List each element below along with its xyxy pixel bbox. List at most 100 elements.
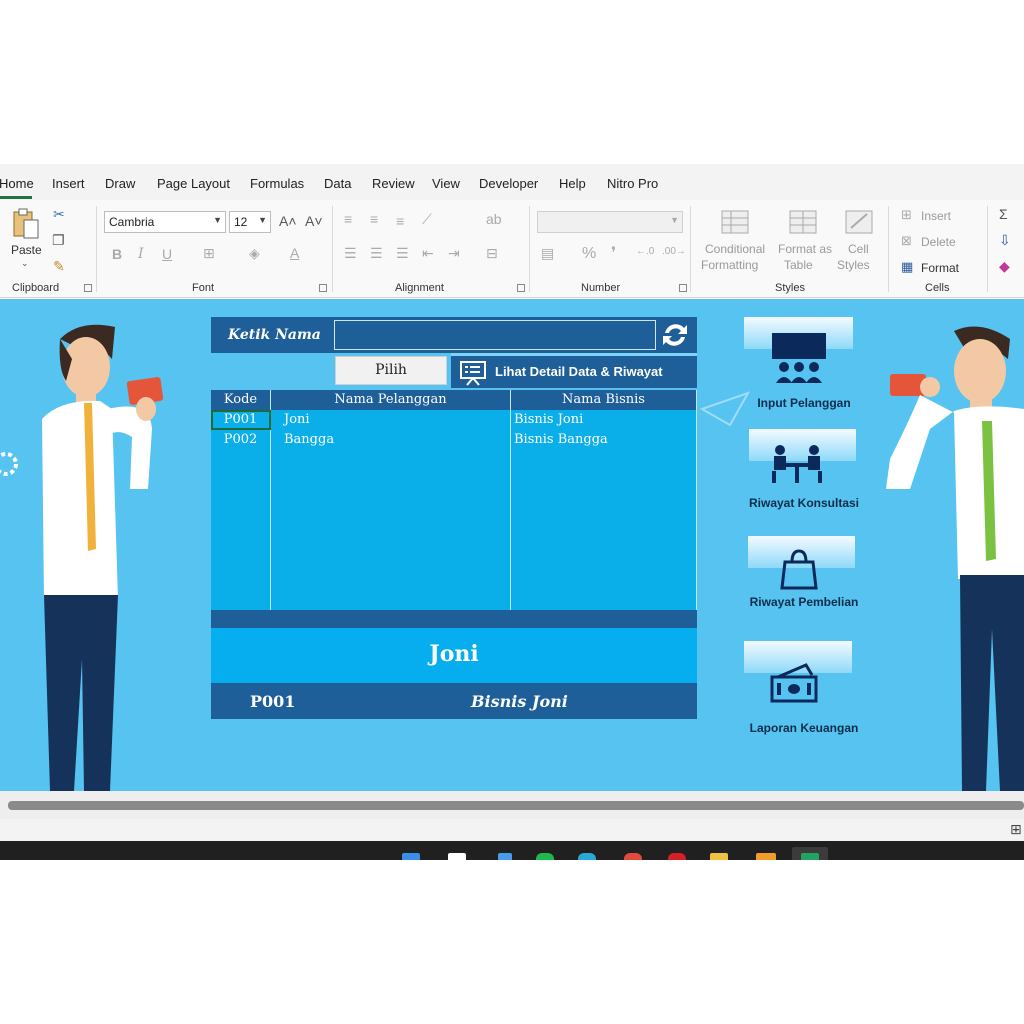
table-cell-kode[interactable]: [211, 530, 271, 550]
chrome-icon[interactable]: [624, 853, 642, 860]
pick-button[interactable]: Pilih: [335, 356, 447, 385]
tab-insert[interactable]: Insert: [52, 176, 85, 191]
menu-laporan-keuangan[interactable]: Laporan Keuangan: [734, 641, 874, 741]
table-row-empty[interactable]: [211, 510, 697, 530]
table-cell-nama[interactable]: [271, 510, 511, 530]
insert-cells-button[interactable]: Insert: [921, 209, 951, 223]
table-cell-nama[interactable]: [271, 590, 511, 610]
menu-riwayat-konsultasi[interactable]: Riwayat Konsultasi: [734, 429, 874, 514]
table-row[interactable]: P002 Bangga Bisnis Bangga: [211, 430, 697, 450]
view-detail-button[interactable]: Lihat Detail Data & Riwayat: [451, 353, 697, 388]
insert-cells-icon[interactable]: ⊞: [901, 207, 912, 223]
fill-color-icon[interactable]: ◈: [249, 245, 260, 262]
table-cell-nama[interactable]: [271, 570, 511, 590]
italic-button[interactable]: I: [138, 246, 144, 262]
table-cell-kode[interactable]: [211, 590, 271, 610]
align-top-icon[interactable]: ≡: [344, 211, 352, 227]
table-row-empty[interactable]: [211, 470, 697, 490]
delete-cells-icon[interactable]: ⊠: [901, 233, 912, 249]
table-cell-nama[interactable]: [271, 530, 511, 550]
increase-indent-icon[interactable]: ⇥: [448, 245, 460, 262]
table-cell-bisnis[interactable]: Bisnis Bangga: [511, 430, 697, 450]
browser-icon[interactable]: [578, 853, 596, 860]
tab-review[interactable]: Review: [372, 176, 415, 191]
menu-riwayat-pembelian[interactable]: Riwayat Pembelian: [734, 536, 874, 616]
tab-nitro-pro[interactable]: Nitro Pro: [607, 176, 658, 191]
taskview-icon[interactable]: [448, 853, 466, 860]
excel-taskbar-button[interactable]: [792, 847, 828, 860]
tab-home[interactable]: Home: [0, 176, 34, 191]
format-cells-button[interactable]: Format: [921, 261, 959, 275]
name-search-input[interactable]: [334, 320, 656, 350]
edge-browser-icon[interactable]: [498, 853, 512, 860]
table-cell-nama[interactable]: Bangga: [271, 430, 511, 450]
table-row-empty[interactable]: [211, 490, 697, 510]
fill-icon[interactable]: ⇩: [999, 232, 1011, 249]
increase-font-icon[interactable]: A˄: [279, 213, 297, 229]
tab-draw[interactable]: Draw: [105, 176, 135, 191]
table-cell-bisnis[interactable]: Bisnis Joni: [511, 410, 697, 430]
tab-help[interactable]: Help: [559, 176, 586, 191]
comma-style-icon[interactable]: ❜: [611, 243, 616, 263]
table-cell-kode[interactable]: [211, 510, 271, 530]
increase-decimal-icon[interactable]: ←.0: [636, 246, 654, 257]
whatsapp-icon[interactable]: [536, 853, 554, 860]
table-cell-bisnis[interactable]: [511, 470, 697, 490]
table-cell-nama[interactable]: [271, 550, 511, 570]
percent-button[interactable]: %: [582, 245, 596, 263]
table-cell-kode[interactable]: [211, 470, 271, 490]
bold-button[interactable]: B: [112, 246, 122, 262]
column-header-nama-bisnis[interactable]: Nama Bisnis: [511, 390, 697, 410]
refresh-icon[interactable]: [659, 319, 691, 351]
number-launcher-icon[interactable]: [679, 284, 687, 292]
table-row-empty[interactable]: [211, 530, 697, 550]
align-center-icon[interactable]: ☰: [370, 245, 383, 262]
font-launcher-icon[interactable]: [319, 284, 327, 292]
wrap-text-icon[interactable]: ab: [486, 211, 502, 227]
table-cell-bisnis[interactable]: [511, 510, 697, 530]
table-cell-kode[interactable]: P001: [211, 410, 271, 430]
tab-data[interactable]: Data: [324, 176, 351, 191]
table-cell-kode[interactable]: [211, 450, 271, 470]
format-cells-icon[interactable]: ▦: [901, 259, 913, 275]
tab-page-layout[interactable]: Page Layout: [157, 176, 230, 191]
align-left-icon[interactable]: ☰: [344, 245, 357, 262]
column-header-nama-pelanggan[interactable]: Nama Pelanggan: [271, 390, 511, 410]
cut-icon[interactable]: ✂: [53, 206, 65, 223]
decrease-indent-icon[interactable]: ⇤: [422, 245, 434, 262]
table-cell-kode[interactable]: [211, 490, 271, 510]
decrease-decimal-icon[interactable]: .00→: [662, 246, 686, 257]
accounting-format-icon[interactable]: ▤: [541, 245, 554, 262]
table-cell-kode[interactable]: P002: [211, 430, 271, 450]
tab-view[interactable]: View: [432, 176, 460, 191]
table-cell-bisnis[interactable]: [511, 570, 697, 590]
tab-formulas[interactable]: Formulas: [250, 176, 304, 191]
opera-icon[interactable]: [668, 853, 686, 860]
underline-button[interactable]: U: [162, 246, 172, 262]
align-right-icon[interactable]: ☰: [396, 245, 409, 262]
horizontal-scrollbar[interactable]: [8, 801, 1024, 810]
table-cell-nama[interactable]: Joni: [271, 410, 511, 430]
align-middle-icon[interactable]: ≡: [370, 211, 378, 227]
table-row-empty[interactable]: [211, 590, 697, 610]
table-row-empty[interactable]: [211, 450, 697, 470]
copy-icon[interactable]: ❐: [52, 232, 65, 249]
column-header-kode[interactable]: Kode: [211, 390, 271, 410]
align-bottom-icon[interactable]: ≡: [396, 213, 404, 229]
clipboard-launcher-icon[interactable]: [84, 284, 92, 292]
table-cell-nama[interactable]: [271, 490, 511, 510]
table-row-empty[interactable]: [211, 570, 697, 590]
tab-developer[interactable]: Developer: [479, 176, 538, 191]
orientation-icon[interactable]: ⟋: [422, 211, 432, 228]
table-cell-bisnis[interactable]: [511, 590, 697, 610]
table-cell-nama[interactable]: [271, 450, 511, 470]
format-painter-icon[interactable]: ✎: [53, 258, 65, 275]
table-cell-kode[interactable]: [211, 570, 271, 590]
delete-cells-button[interactable]: Delete: [921, 235, 956, 249]
font-color-icon[interactable]: A: [290, 245, 299, 261]
table-cell-bisnis[interactable]: [511, 550, 697, 570]
windows-start-icon[interactable]: [402, 853, 420, 860]
decrease-font-icon[interactable]: A˅: [305, 213, 323, 229]
table-row[interactable]: P001 Joni Bisnis Joni: [211, 410, 697, 430]
table-cell-bisnis[interactable]: [511, 530, 697, 550]
